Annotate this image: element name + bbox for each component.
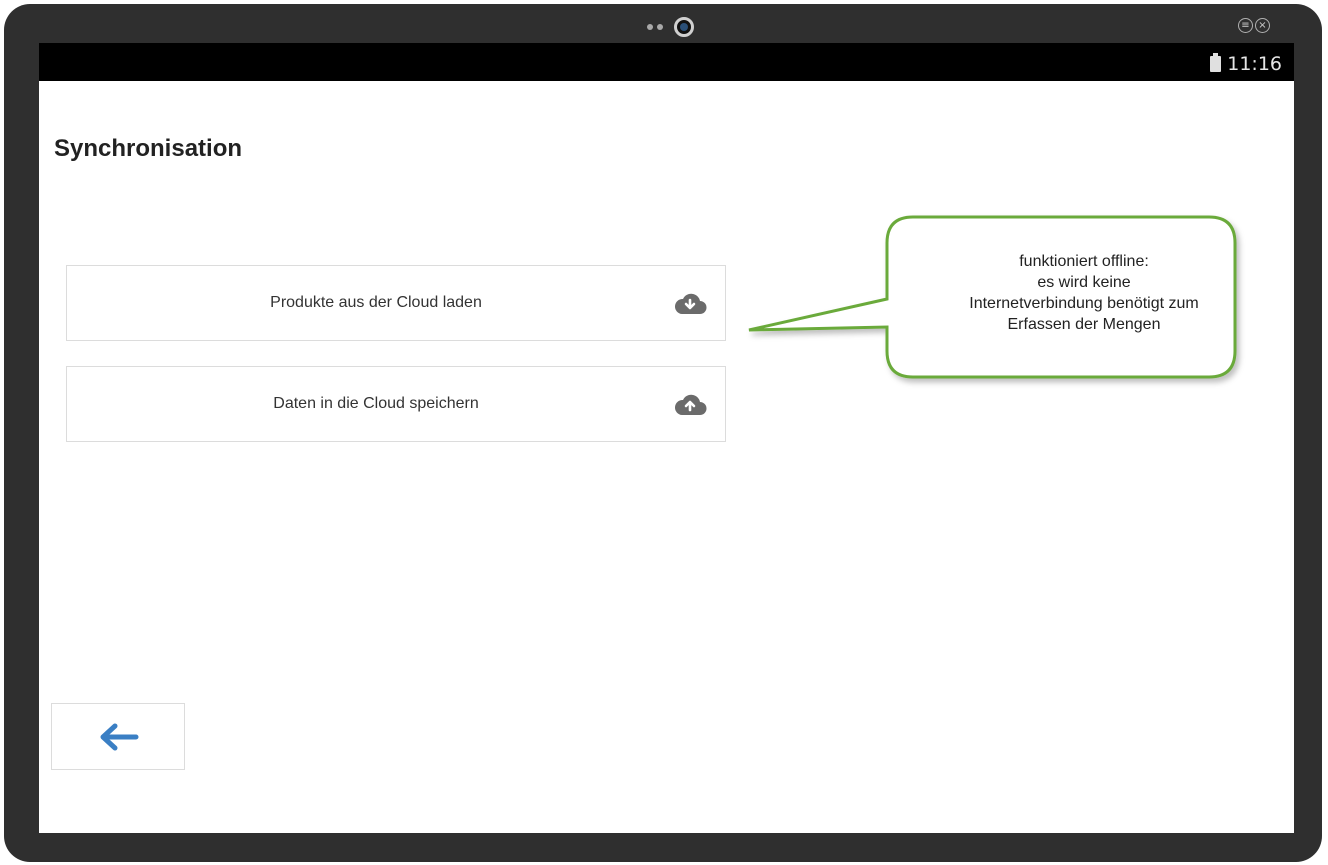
back-button[interactable] xyxy=(51,703,185,770)
callout-line: Erfassen der Mengen xyxy=(1007,316,1161,333)
sensor-dot xyxy=(657,24,663,30)
callout-line: Internetverbindung benötigt zum xyxy=(969,295,1199,312)
close-icon[interactable]: × xyxy=(1255,18,1270,33)
callout-line: es wird keine xyxy=(1037,274,1131,291)
screen: 11:16 Synchronisation Produkte aus der C… xyxy=(39,43,1294,833)
callout-bubble xyxy=(748,215,1237,379)
tablet-frame: ≡ × 11:16 Synchronisation Produkte aus d… xyxy=(4,4,1322,862)
callout-line: funktioniert offline: xyxy=(1019,253,1149,270)
menu-icon[interactable]: ≡ xyxy=(1238,18,1253,33)
sensor-dot xyxy=(647,24,653,30)
camera-icon xyxy=(674,17,694,37)
callout-text: funktioniert offline: es wird keine Inte… xyxy=(899,251,1269,335)
arrow-left-icon xyxy=(100,723,139,750)
